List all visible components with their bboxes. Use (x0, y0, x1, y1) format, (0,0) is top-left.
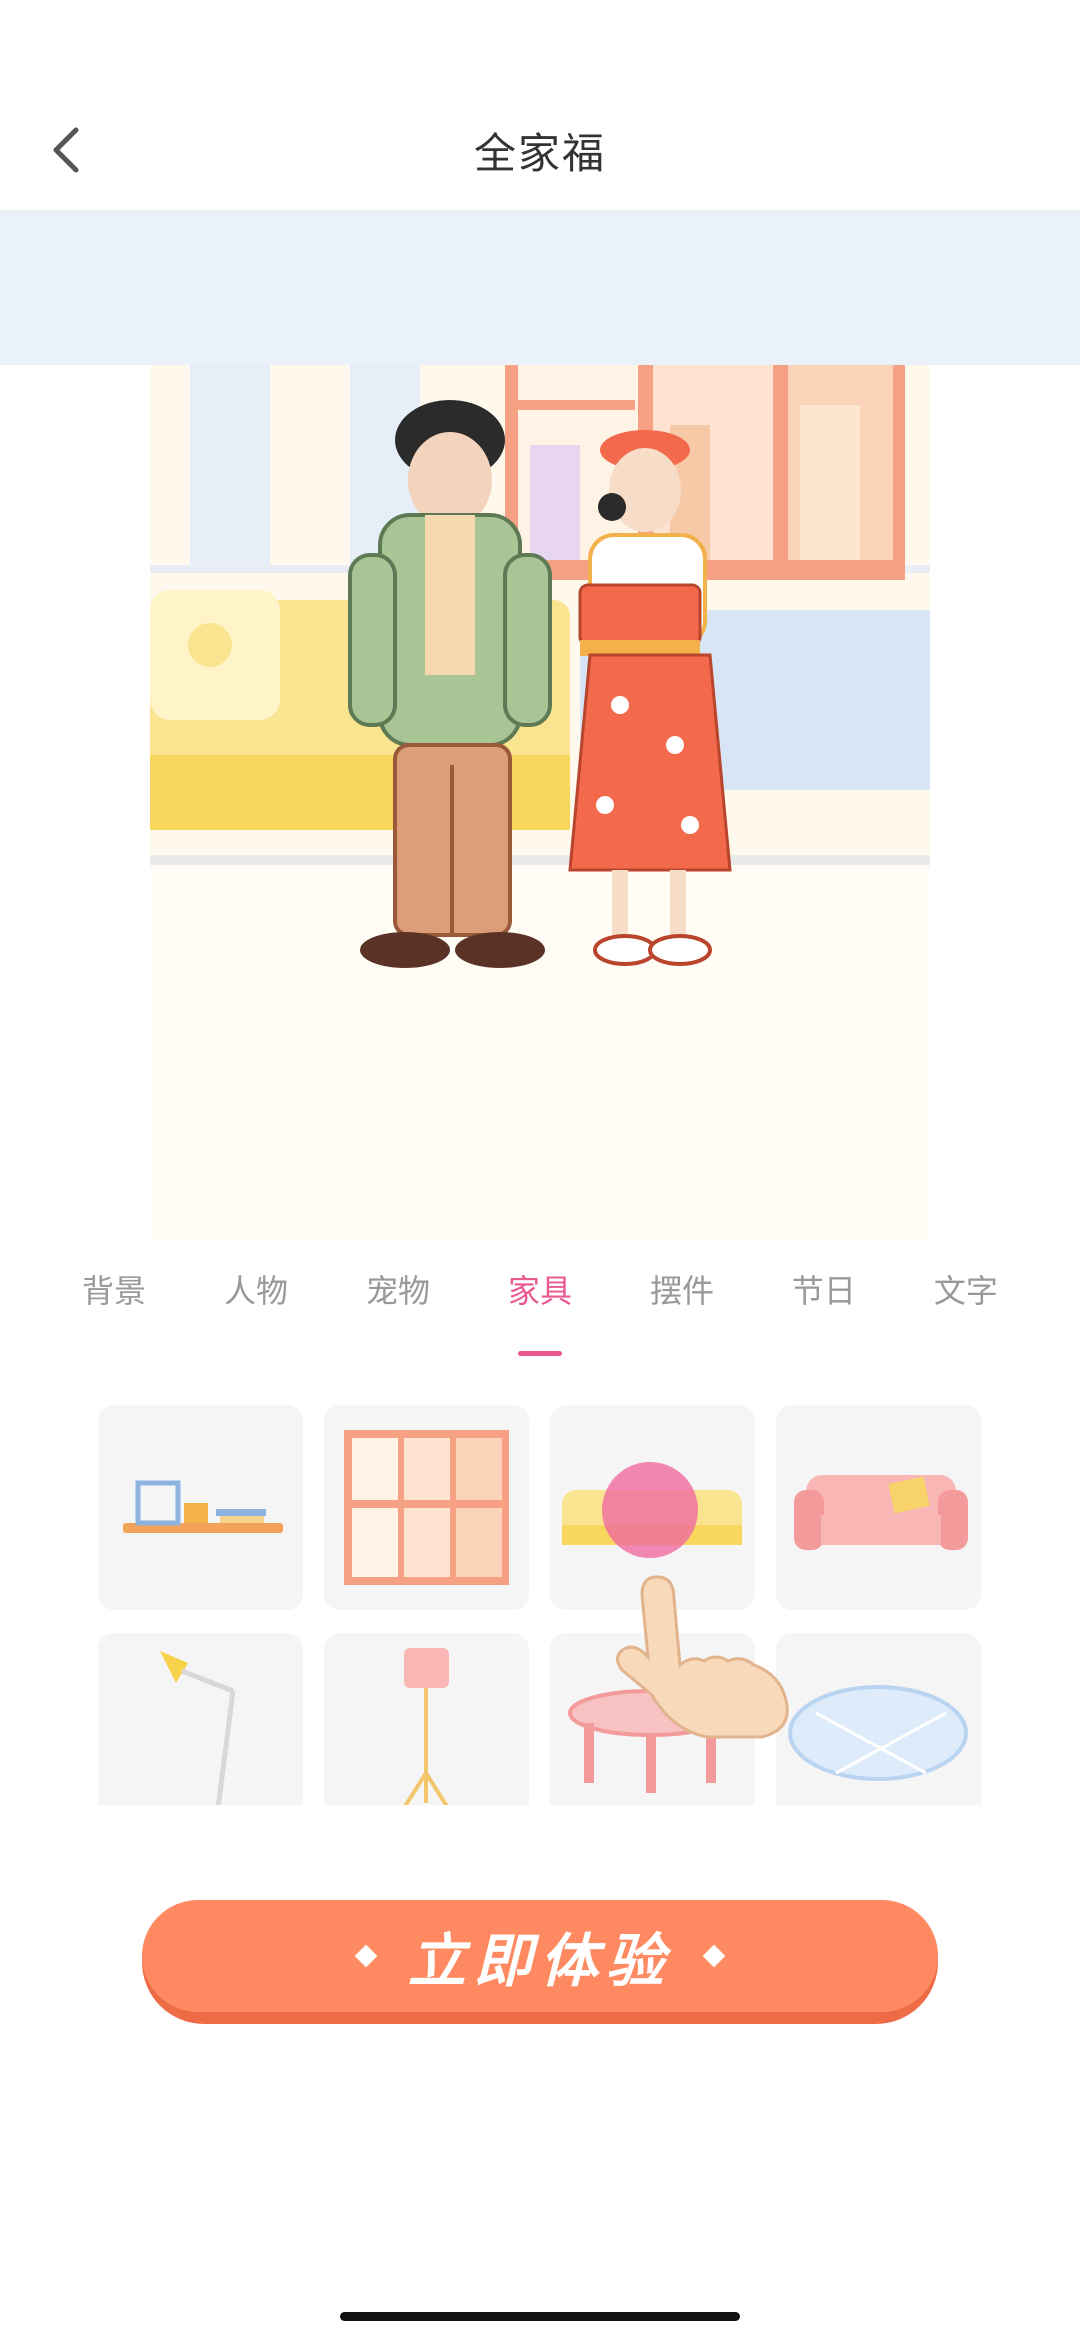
family-photo-canvas[interactable] (150, 365, 930, 1240)
category-tabs: 背景 人物 宠物 家具 摆件 节日 文字 (60, 1258, 1020, 1338)
tab-characters[interactable]: 人物 (202, 1258, 310, 1338)
tab-text[interactable]: 文字 (912, 1258, 1020, 1338)
try-now-button[interactable]: 立即体验 (142, 1900, 938, 2024)
page-title: 全家福 (473, 130, 606, 177)
furniture-item-desk-lamp[interactable] (98, 1633, 303, 1805)
home-indicator[interactable] (340, 2312, 740, 2321)
window-illustration (505, 365, 905, 580)
navigation-bar: 全家福 (0, 0, 1080, 210)
furniture-item-shelf[interactable] (98, 1405, 303, 1610)
furniture-item-window[interactable] (324, 1405, 529, 1610)
tab-furniture[interactable]: 家具 (486, 1258, 594, 1338)
window-icon (344, 1430, 509, 1585)
desk-lamp-icon (160, 1651, 236, 1805)
shelf-icon (123, 1480, 283, 1533)
tab-background[interactable]: 背景 (60, 1258, 168, 1338)
top-banner (0, 210, 1080, 365)
tab-ornaments[interactable]: 摆件 (628, 1258, 736, 1338)
try-now-label: 立即体验 (407, 1929, 672, 1994)
diamond-left-icon (354, 1944, 378, 1968)
floor-lamp-icon (403, 1648, 449, 1805)
diamond-right-icon (702, 1944, 726, 1968)
furniture-grid (98, 1405, 982, 1805)
tab-holidays[interactable]: 节日 (770, 1258, 878, 1338)
living-room-scene (150, 365, 930, 1240)
tab-pets[interactable]: 宠物 (344, 1258, 452, 1338)
furniture-item-floor-lamp[interactable] (324, 1633, 529, 1805)
tap-hand-icon (616, 1575, 789, 1739)
